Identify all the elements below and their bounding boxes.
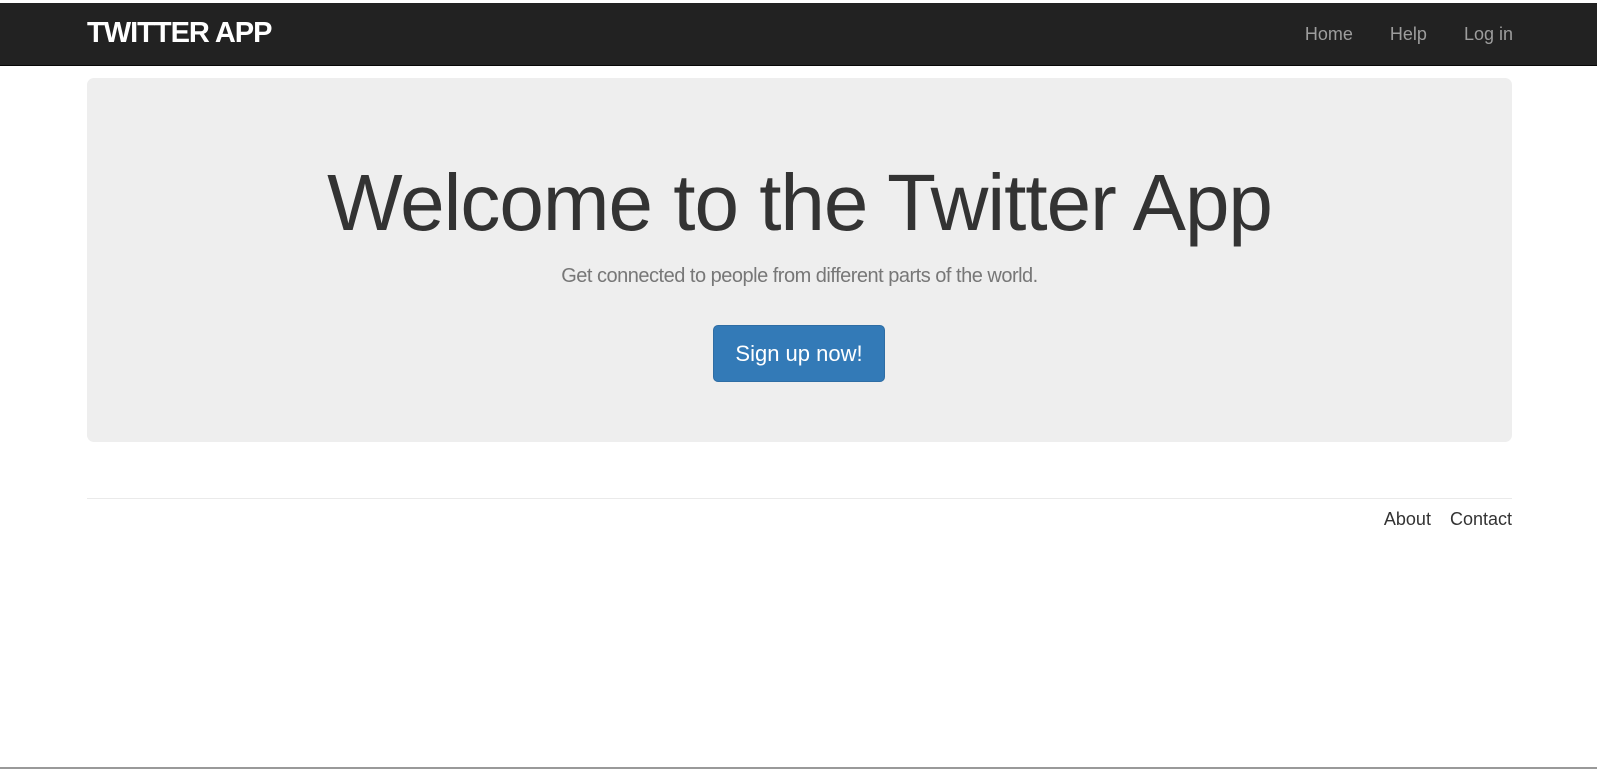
nav-links: Home Help Log in [1268,3,1513,66]
navbar: TWITTER APP Home Help Log in [0,3,1597,66]
hero-subtitle: Get connected to people from different p… [561,265,1038,287]
nav-link-home[interactable]: Home [1305,24,1353,45]
footer: About Contact [87,498,1512,529]
brand-logo-link[interactable]: TWITTER APP [87,17,272,50]
hero-title: Welcome to the Twitter App [327,158,1273,247]
window-bottom-edge [0,767,1597,769]
nav-link-login[interactable]: Log in [1464,24,1513,45]
hero-jumbotron: Welcome to the Twitter App Get connected… [87,78,1512,442]
footer-links: About Contact [1365,509,1512,530]
footer-link-contact[interactable]: Contact [1450,509,1512,530]
nav-link-help[interactable]: Help [1390,24,1427,45]
signup-button[interactable]: Sign up now! [713,325,885,382]
footer-link-about[interactable]: About [1384,509,1431,530]
